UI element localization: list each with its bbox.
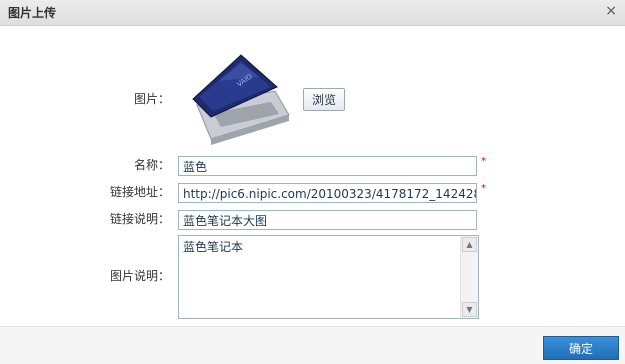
- image-label: 图片：: [133, 92, 170, 106]
- link-description-label: 链接说明：: [109, 212, 170, 226]
- ok-button[interactable]: 确定: [543, 336, 619, 360]
- link-address-label: 链接地址：: [109, 185, 170, 199]
- textarea-scrollbar[interactable]: ▲ ▼: [460, 236, 478, 318]
- image-description-label: 图片说明：: [109, 269, 170, 283]
- close-icon[interactable]: ×: [605, 3, 617, 19]
- dialog-title: 图片上传: [8, 6, 57, 20]
- image-description-textarea[interactable]: 蓝色笔记本 ▲ ▼: [178, 235, 479, 319]
- dialog-titlebar: 图片上传 ×: [0, 0, 625, 26]
- scroll-up-icon[interactable]: ▲: [462, 237, 477, 252]
- link-description-input[interactable]: 蓝色笔记本大图: [178, 210, 477, 230]
- required-marker: *: [481, 156, 486, 167]
- image-description-text: 蓝色笔记本: [183, 240, 244, 254]
- required-marker-link: *: [481, 183, 486, 194]
- name-input[interactable]: 蓝色: [178, 156, 477, 176]
- name-label: 名称：: [133, 158, 170, 172]
- dialog-footer: [0, 326, 625, 364]
- link-address-input[interactable]: http://pic6.nipic.com/20100323/4178172_1…: [178, 183, 477, 203]
- image-upload-dialog: 图片上传 × 图片： VAIO 浏览 名称： 蓝色 * 链接地址： http:/…: [0, 0, 625, 364]
- scroll-down-icon[interactable]: ▼: [462, 302, 477, 317]
- browse-button[interactable]: 浏览: [303, 88, 345, 111]
- laptop-image-preview: VAIO: [179, 47, 299, 152]
